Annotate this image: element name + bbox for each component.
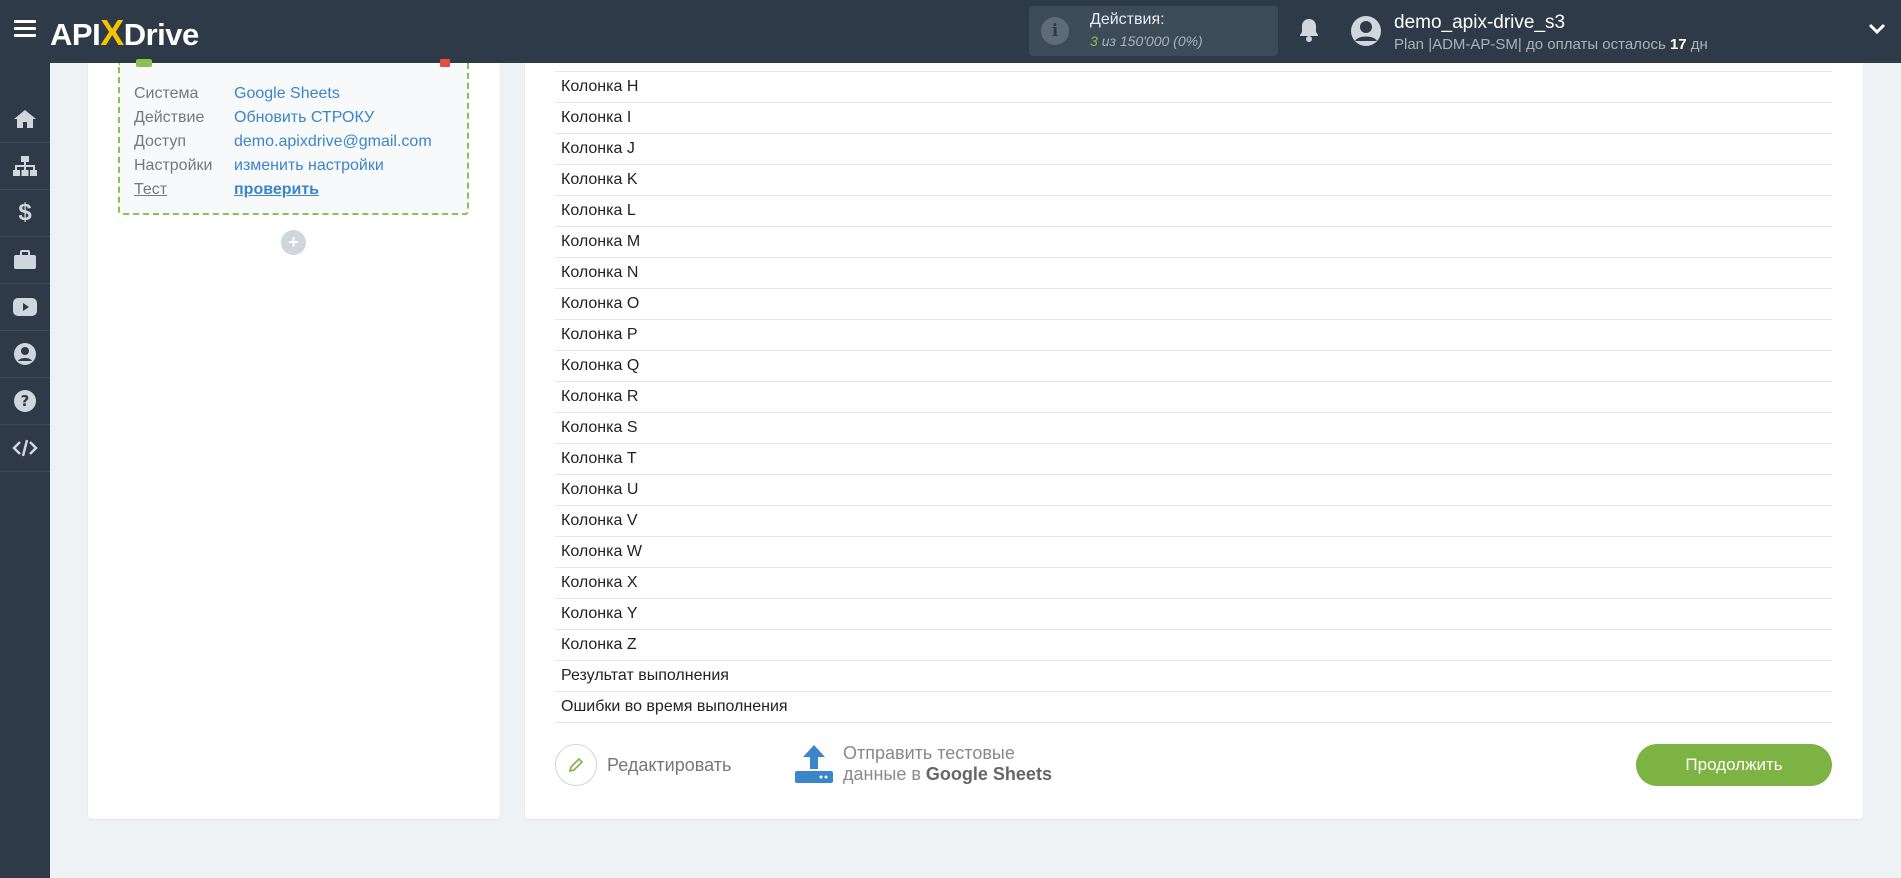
connector-panel: Система Google Sheets Действие Обновить СТ… bbox=[88, 59, 500, 819]
action-link[interactable]: Обновить СТРОКУ bbox=[234, 109, 374, 126]
column-row: Колонка O bbox=[555, 289, 1832, 320]
column-row: Колонка L bbox=[555, 196, 1832, 227]
nav-video[interactable] bbox=[0, 284, 50, 331]
upload-icon bbox=[795, 745, 833, 783]
column-row: Колонка R bbox=[555, 382, 1832, 413]
system-link[interactable]: Google Sheets bbox=[234, 85, 340, 102]
nav-api[interactable] bbox=[0, 425, 50, 472]
main-panel: Колонка H Колонка I Колонка J Колонка K Коло… bbox=[525, 63, 1863, 819]
add-step-button[interactable]: + bbox=[281, 230, 306, 255]
nav-services[interactable] bbox=[0, 237, 50, 284]
home-icon bbox=[14, 110, 36, 128]
column-row: Колонка H bbox=[555, 72, 1832, 103]
connector-row-test: Тест проверить bbox=[134, 181, 320, 198]
nav-billing[interactable]: $ bbox=[0, 190, 50, 237]
nav-help[interactable]: ? bbox=[0, 378, 50, 425]
pencil-icon bbox=[555, 744, 597, 786]
bell-icon[interactable] bbox=[1297, 17, 1321, 48]
connector-block[interactable]: Система Google Sheets Действие Обновить СТ… bbox=[118, 59, 469, 215]
column-row: Колонка T bbox=[555, 444, 1832, 475]
send-test-label: Отправить тестовые данные в Google Sheet… bbox=[843, 743, 1052, 784]
column-list: Колонка H Колонка I Колонка J Колонка K Коло… bbox=[555, 71, 1832, 723]
briefcase-icon bbox=[14, 250, 36, 269]
column-row: Колонка Z bbox=[555, 630, 1832, 661]
username[interactable]: demo_apix-drive_s3 bbox=[1394, 12, 1565, 34]
column-row: Колонка Y bbox=[555, 599, 1832, 630]
actions-count: 3 из 150'000 (0%) bbox=[1090, 33, 1203, 49]
menu-icon[interactable] bbox=[14, 20, 36, 38]
svg-text:?: ? bbox=[21, 392, 30, 410]
settings-link[interactable]: изменить настройки bbox=[234, 157, 384, 174]
sitemap-icon bbox=[13, 156, 37, 176]
send-test-data-button[interactable]: Отправить тестовые данные в Google Sheet… bbox=[793, 743, 1052, 785]
nav-profile[interactable] bbox=[0, 331, 50, 378]
column-row: Колонка X bbox=[555, 568, 1832, 599]
actions-label: Действия: bbox=[1090, 11, 1165, 28]
edit-button[interactable]: Редактировать bbox=[555, 744, 731, 786]
column-row: Колонка S bbox=[555, 413, 1832, 444]
column-row: Ошибки во время выполнения bbox=[555, 692, 1832, 723]
nav-home[interactable] bbox=[0, 96, 50, 143]
chevron-down-icon[interactable] bbox=[1868, 22, 1886, 40]
column-row: Результат выполнения bbox=[555, 661, 1832, 692]
youtube-icon bbox=[13, 298, 37, 316]
column-row: Колонка K bbox=[555, 165, 1832, 196]
column-row: Колонка V bbox=[555, 506, 1832, 537]
continue-button[interactable]: Продолжить bbox=[1636, 744, 1832, 786]
connector-row-action: Действие Обновить СТРОКУ bbox=[134, 109, 375, 126]
actions-counter[interactable]: i Действия: 3 из 150'000 (0%) bbox=[1029, 6, 1278, 56]
column-row: Колонка N bbox=[555, 258, 1832, 289]
column-row: Колонка Q bbox=[555, 351, 1832, 382]
connector-row-access: Доступ demo.apixdrive@gmail.com bbox=[134, 133, 432, 150]
info-icon: i bbox=[1041, 17, 1069, 45]
apixdrive-logo[interactable]: APIXDrive bbox=[50, 12, 199, 54]
column-row: Колонка M bbox=[555, 227, 1832, 258]
edit-label: Редактировать bbox=[607, 754, 732, 775]
column-row: Колонка P bbox=[555, 320, 1832, 351]
sidebar: $ ? bbox=[0, 63, 50, 878]
avatar-icon[interactable] bbox=[1350, 15, 1382, 47]
column-row: Колонка W bbox=[555, 537, 1832, 568]
question-icon: ? bbox=[14, 390, 36, 412]
column-row: Колонка J bbox=[555, 134, 1832, 165]
plan-info: Plan |ADM-AP-SM| до оплаты осталось 17 д… bbox=[1394, 36, 1708, 53]
column-row: Колонка U bbox=[555, 475, 1832, 506]
code-icon bbox=[12, 439, 38, 457]
status-indicator bbox=[136, 59, 152, 67]
access-link[interactable]: demo.apixdrive@gmail.com bbox=[234, 133, 432, 150]
test-link[interactable]: проверить bbox=[234, 181, 319, 198]
column-row: Колонка I bbox=[555, 103, 1832, 134]
dollar-icon: $ bbox=[18, 199, 32, 226]
user-icon bbox=[14, 343, 36, 365]
connector-row-settings: Настройки изменить настройки bbox=[134, 157, 384, 174]
top-bar: APIXDrive i Действия: 3 из 150'000 (0%) … bbox=[0, 0, 1901, 63]
nav-connections[interactable] bbox=[0, 143, 50, 190]
connector-row-system: Система Google Sheets bbox=[134, 85, 340, 102]
delete-icon[interactable] bbox=[440, 59, 450, 67]
